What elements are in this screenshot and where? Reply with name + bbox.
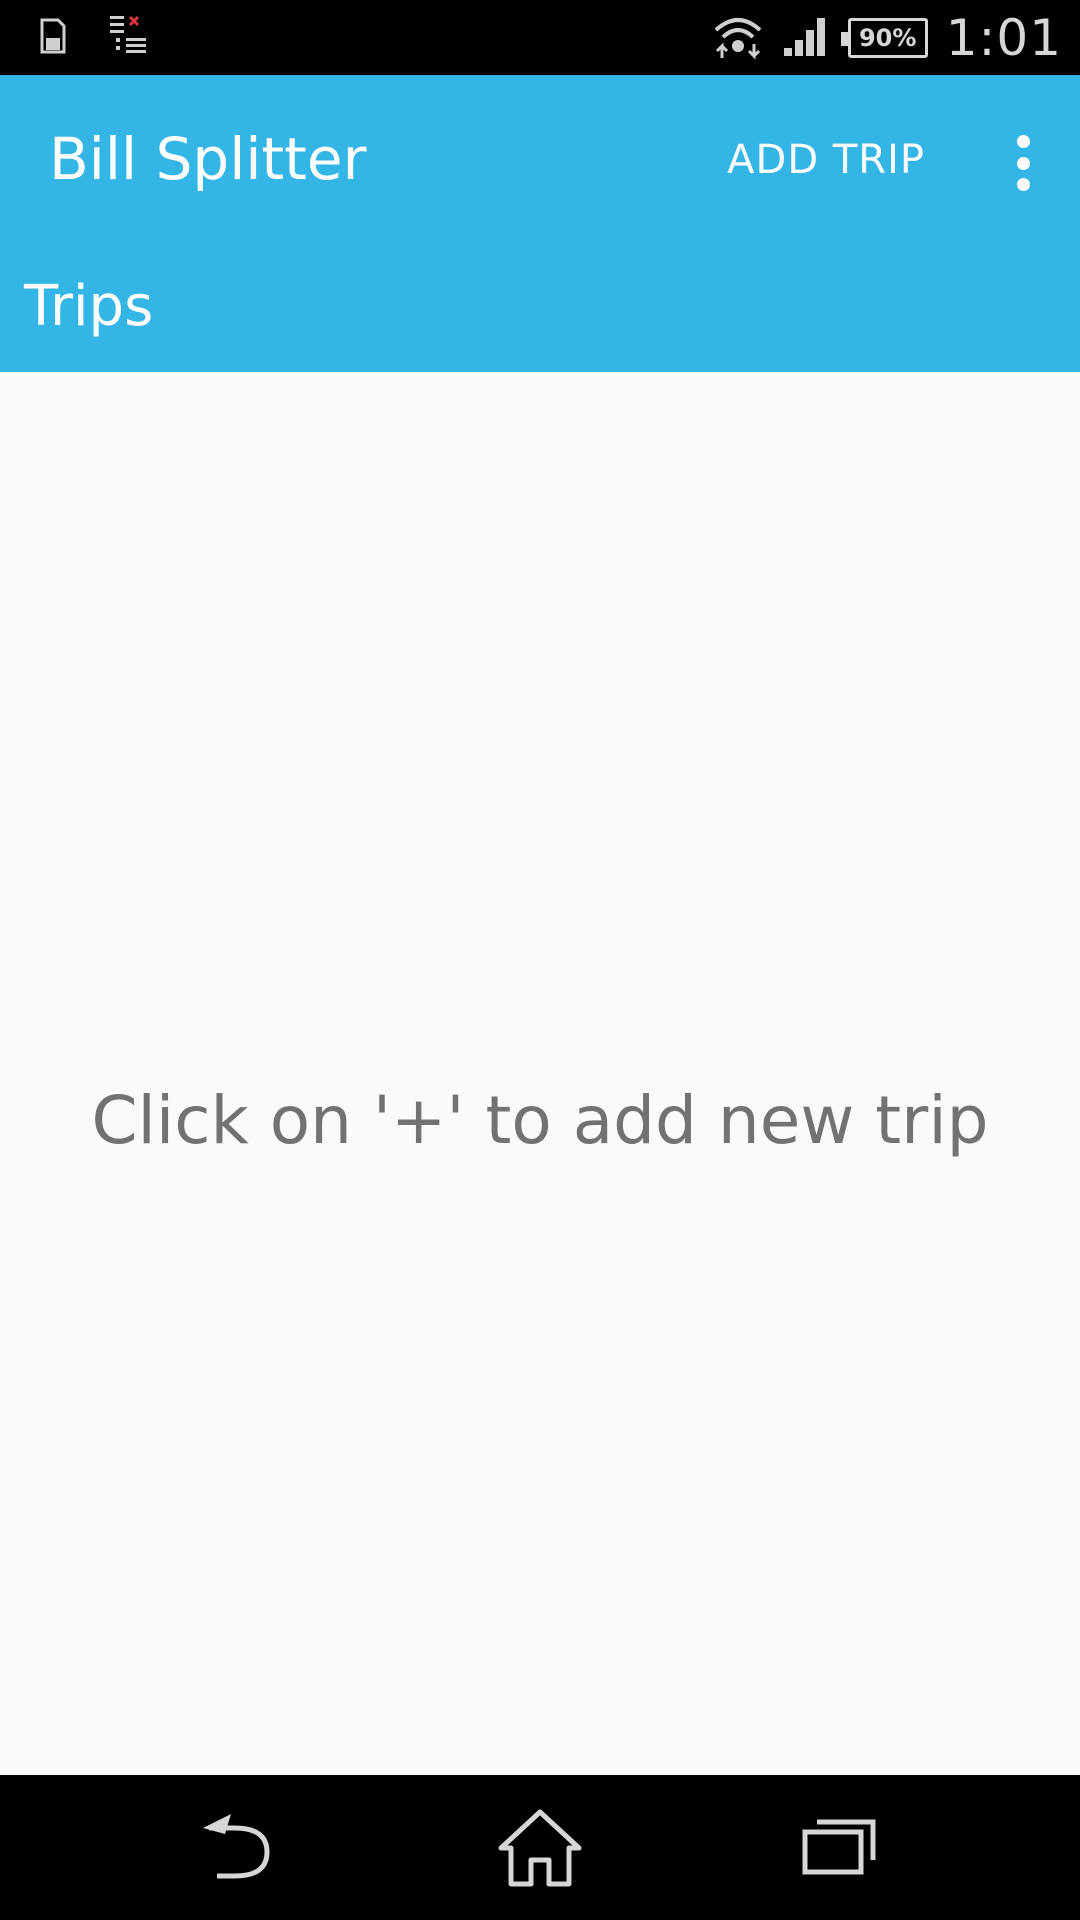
app-bar: Bill Splitter ADD TRIP Trips xyxy=(0,75,1080,372)
wifi-icon xyxy=(712,12,764,64)
notification-list-icon xyxy=(108,14,148,62)
empty-state-message: Click on '+' to add new trip xyxy=(91,1082,989,1159)
back-icon[interactable] xyxy=(195,1808,285,1888)
home-icon[interactable] xyxy=(495,1808,585,1888)
status-bar: 90% 1:01 xyxy=(0,0,1080,75)
trip-list-area: Click on '+' to add new trip xyxy=(0,372,1080,1775)
add-trip-button[interactable]: ADD TRIP xyxy=(727,137,925,183)
clock: 1:01 xyxy=(945,8,1062,67)
battery-level: 90% xyxy=(858,23,917,52)
overflow-menu-icon[interactable] xyxy=(1010,135,1036,191)
section-title: Trips xyxy=(24,274,154,339)
battery-icon: 90% xyxy=(840,17,928,58)
recents-icon[interactable] xyxy=(795,1808,885,1888)
app-title: Bill Splitter xyxy=(49,125,367,193)
navigation-bar xyxy=(0,1775,1080,1920)
sd-card-icon xyxy=(38,16,68,60)
cell-signal-icon xyxy=(782,14,830,62)
